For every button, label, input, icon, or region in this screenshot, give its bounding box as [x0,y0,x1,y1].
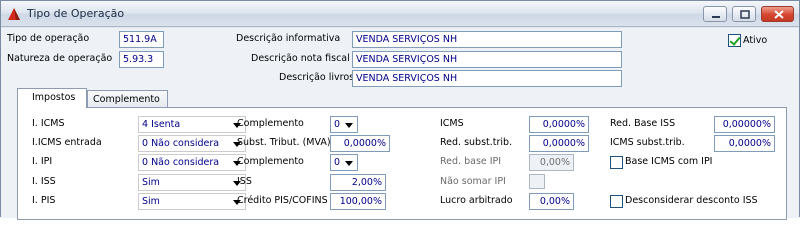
complemento-select[interactable]: 0 [330,116,358,133]
base-icms-com-ipi-label: Base ICMS com IPI [625,156,713,167]
icms-rate-label: ICMS [440,118,464,129]
main-panel: Tipo de operação 511.9A Natureza de oper… [1,28,799,220]
chevron-down-icon [345,161,353,166]
icms-select-value: 4 Isenta [142,119,181,130]
icms-subst-trib-label: ICMS subst.trib. [610,137,685,148]
window: Tipo de Operação Tipo de operação 511.9A… [0,0,800,220]
descricao-nota-fiscal-field[interactable]: VENDA SERVIÇOS NH [352,51,622,68]
pis-label: I. PIS [32,195,56,206]
icms-entrada-select[interactable]: 0 Não considera [138,135,246,152]
natureza-operacao-field[interactable]: 5.93.3 [119,51,164,68]
tab-complemento[interactable]: Complemento [87,90,168,108]
tab-control: Impostos Complemento I. ICMS I.ICMS entr… [17,88,787,220]
complemento2-select[interactable]: 0 [330,154,358,171]
title-bar: Tipo de Operação [1,1,799,27]
icms-select[interactable]: 4 Isenta [138,116,246,133]
desconsiderar-desconto-iss-label: Desconsiderar desconto ISS [625,195,758,206]
icms-subst-trib-field[interactable]: 0,0000% [714,135,775,152]
iss-rate-label: ISS [237,176,252,187]
complemento-select-value: 0 [334,119,341,130]
complemento2-select-value: 0 [334,157,341,168]
tipo-operacao-label: Tipo de operação [7,33,90,44]
descricao-nota-fiscal-label: Descrição nota fiscal [251,53,350,64]
subst-tribut-label: Subst. Tribut. (MVA) [237,137,331,148]
ipi-select-value: 0 Não considera [142,157,220,168]
desconsiderar-desconto-iss-checkbox[interactable] [610,195,623,208]
red-base-ipi-label: Red. base IPI [440,156,502,167]
complemento-label: Complemento [237,118,304,129]
app-icon [8,8,20,20]
impostos-panel: I. ICMS I.ICMS entrada I. IPI I. ISS I. … [17,107,787,220]
iss-label: I. ISS [32,176,56,187]
icms-entrada-select-value: 0 Não considera [142,138,220,149]
iss-select[interactable]: Sim [138,174,246,191]
lucro-arbitrado-field[interactable]: 0,00% [529,193,574,210]
icms-label: I. ICMS [32,118,65,129]
descricao-informativa-label: Descrição informativa [236,33,341,44]
icms-rate-field[interactable]: 0,0000% [529,116,589,133]
red-base-iss-label: Red. Base ISS [610,118,676,129]
ipi-label: I. IPI [32,156,53,167]
pis-select-value: Sim [142,196,160,207]
nao-somar-ipi-checkbox [529,174,545,189]
window-title: Tipo de Operação [27,7,125,20]
ativo-checkbox[interactable] [728,34,741,47]
red-subst-trib-field[interactable]: 0,0000% [529,135,589,152]
icms-entrada-label: I.ICMS entrada [32,137,102,148]
red-base-ipi-field: 0,00% [529,154,574,171]
restore-icon [740,10,750,19]
iss-rate-field[interactable]: 2,00% [330,174,386,191]
descricao-livros-field[interactable]: VENDA SERVIÇOS NH [352,70,622,87]
credito-pis-cofins-field[interactable]: 100,00% [330,193,386,210]
tipo-operacao-field[interactable]: 511.9A [119,31,164,48]
chevron-down-icon [345,123,353,128]
iss-select-value: Sim [142,177,160,188]
tab-impostos[interactable]: Impostos [17,88,87,108]
close-button[interactable] [761,6,794,22]
minimize-icon [712,16,720,18]
natureza-operacao-label: Natureza de operação [7,53,113,64]
red-base-iss-field[interactable]: 0,00000% [714,116,775,133]
close-icon [774,10,784,19]
subst-tribut-field[interactable]: 0,0000% [330,135,390,152]
credito-pis-cofins-label: Crédito PIS/COFINS [237,195,328,206]
lucro-arbitrado-label: Lucro arbitrado [440,195,513,206]
complemento2-label: Complemento [237,156,304,167]
pis-select[interactable]: Sim [138,193,246,210]
base-icms-com-ipi-checkbox[interactable] [610,156,623,169]
descricao-informativa-field[interactable]: VENDA SERVIÇOS NH [352,31,622,48]
ativo-label: Ativo [743,35,768,46]
minimize-button[interactable] [703,6,727,22]
restore-button[interactable] [732,6,756,22]
nao-somar-ipi-label: Não somar IPI [440,176,506,187]
ipi-select[interactable]: 0 Não considera [138,154,246,171]
descricao-livros-label: Descrição livros [279,72,355,83]
red-subst-trib-label: Red. subst.trib. [440,137,513,148]
